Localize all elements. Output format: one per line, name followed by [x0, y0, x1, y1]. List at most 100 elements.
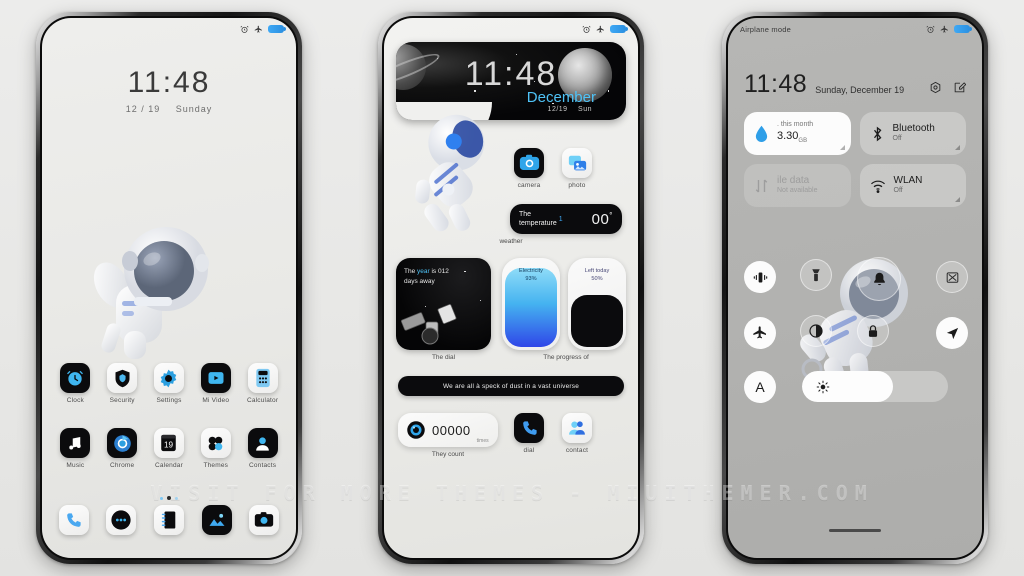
- photo-icon: [562, 148, 592, 178]
- tile-expand-corner[interactable]: [955, 197, 960, 202]
- app-contacts[interactable]: Contacts: [241, 428, 285, 469]
- toggle-lock[interactable]: [857, 315, 889, 347]
- phone-1-clock: 11:48 12 / 19 Sunday: [42, 66, 296, 114]
- gallery-icon[interactable]: [201, 505, 232, 535]
- count-caption: They count: [431, 451, 465, 458]
- app-photo[interactable]: photo: [560, 148, 594, 189]
- tile-wlan[interactable]: WLAN Off: [859, 164, 966, 207]
- vibrate-icon: [753, 272, 767, 282]
- app-mi-video[interactable]: Mi Video: [194, 363, 238, 404]
- weather-caption: weather: [499, 238, 523, 245]
- app-label: Mi Video: [202, 397, 230, 404]
- app-label: dial: [523, 447, 535, 454]
- app-label: camera: [517, 182, 541, 189]
- phone-icon[interactable]: [58, 505, 89, 535]
- tile-text: . this month 3.30GB: [777, 121, 813, 145]
- app-security[interactable]: Security: [100, 363, 144, 404]
- progress-label-group: Electricity 93%: [505, 261, 557, 284]
- toggle-screenshot[interactable]: [936, 261, 968, 293]
- lock-icon: [868, 324, 878, 337]
- dial-icon: [514, 413, 544, 443]
- progress-bar-left-today[interactable]: Left today 50%: [568, 258, 626, 350]
- dial-widget[interactable]: The year is 012 days away: [396, 258, 491, 350]
- app-dial[interactable]: dial: [512, 413, 546, 454]
- app-chrome[interactable]: Chrome: [100, 428, 144, 469]
- toggle-flashlight[interactable]: [800, 259, 832, 291]
- app-label: Chrome: [110, 462, 135, 469]
- app-themes[interactable]: Themes: [194, 428, 238, 469]
- phone-2: 11:48 December 12/19 Sun camera photo Th…: [378, 12, 644, 564]
- quote-widget[interactable]: We are all à speck of dust in a vast uni…: [398, 376, 624, 396]
- progress-bar-electricity[interactable]: Electricity 93%: [502, 258, 560, 350]
- app-calculator[interactable]: Calculator: [241, 363, 285, 404]
- gear-icon[interactable]: [929, 81, 942, 94]
- tile-bluetooth[interactable]: Bluetooth Off: [859, 112, 966, 155]
- dial-text-highlight: year: [417, 268, 430, 275]
- data-arrows-icon: [755, 179, 768, 192]
- music-note-icon: [60, 428, 91, 458]
- brightness-slider-fill: [802, 371, 893, 402]
- tile-expand-corner[interactable]: [839, 145, 845, 150]
- weather-badge: 1: [558, 215, 563, 223]
- alarm-icon: [240, 25, 249, 33]
- brightness-slider[interactable]: [802, 371, 948, 402]
- app-settings[interactable]: Settings: [147, 363, 191, 404]
- toggle-dark-mode[interactable]: [800, 315, 832, 347]
- count-widget[interactable]: 00000 times: [398, 413, 498, 447]
- phone-3: Airplane mode 11:48 Sunday, December 19: [722, 12, 988, 564]
- toggle-ringer[interactable]: [857, 257, 901, 301]
- toggle-airplane-mode[interactable]: [744, 317, 776, 349]
- app-music[interactable]: Music: [53, 428, 97, 469]
- tile-mobile-data[interactable]: ile data Not available: [744, 164, 851, 207]
- tile-text: Bluetooth Off: [893, 123, 935, 144]
- tile-value-number: 3.30: [777, 130, 799, 143]
- battery-icon: [610, 25, 628, 33]
- tile-text: ile data Not available: [777, 175, 817, 196]
- count-number: 00000: [432, 422, 471, 438]
- tile-title: ile data: [777, 174, 810, 186]
- dial-caption: The dial: [431, 354, 456, 361]
- progress-widget[interactable]: Electricity 93% Left today 50%: [502, 258, 630, 350]
- calculator-icon: [247, 363, 278, 393]
- clock-icon: [60, 363, 91, 393]
- dial-text-b: is 012: [429, 268, 449, 275]
- progress-value: 50%: [591, 276, 603, 283]
- phone-1-bezel: 11:48 12 / 19 Sunday Clock Security Sett…: [40, 16, 298, 560]
- app-clock[interactable]: Clock: [53, 363, 97, 404]
- app-calendar[interactable]: 19 Calendar: [147, 428, 191, 469]
- toggle-vibrate[interactable]: [744, 261, 776, 293]
- toggle-auto-rotate[interactable]: A: [744, 371, 776, 403]
- phone-1: 11:48 12 / 19 Sunday Clock Security Sett…: [36, 12, 302, 564]
- app-camera[interactable]: camera: [512, 148, 546, 189]
- wifi-icon: [870, 180, 885, 193]
- gear-icon: [153, 363, 184, 393]
- contact-icon: [247, 428, 278, 458]
- clock-date-row: 12 / 19 Sunday: [42, 104, 296, 114]
- status-bar-left-text: Airplane mode: [740, 24, 791, 34]
- panel-header-icons: [929, 81, 966, 99]
- message-icon[interactable]: [106, 505, 137, 535]
- clock-widget[interactable]: 11:48 December 12/19 Sun: [396, 42, 626, 120]
- camera-icon[interactable]: [249, 505, 280, 535]
- shield-icon: [107, 363, 138, 393]
- satellite-icon: [401, 304, 457, 345]
- edit-icon[interactable]: [953, 81, 966, 94]
- quick-settings-tiles: . this month 3.30GB Bluetooth Off ile da…: [744, 112, 966, 207]
- weather-line-1: The: [519, 210, 532, 218]
- progress-value: 93%: [525, 276, 537, 283]
- notes-icon[interactable]: [153, 505, 184, 535]
- app-label: photo: [568, 182, 586, 189]
- progress-label-group: Left today 50%: [571, 261, 623, 284]
- widget-clock-month: December: [526, 89, 596, 106]
- app-contact[interactable]: contact: [560, 413, 594, 454]
- app-grid-row-2: Music Chrome 19 Calendar Themes Contacts: [42, 428, 296, 469]
- airplane-icon: [596, 25, 604, 32]
- weather-widget[interactable]: The temperature 1 00°: [510, 204, 622, 234]
- app-label: Settings: [156, 397, 182, 404]
- tile-data-usage[interactable]: . this month 3.30GB: [744, 112, 851, 155]
- toggle-location[interactable]: [936, 317, 968, 349]
- themes-icon: [200, 428, 231, 458]
- app-grid-row-1: Clock Security Settings Mi Video Calcula…: [42, 363, 296, 404]
- home-indicator[interactable]: [829, 529, 881, 532]
- tile-expand-corner[interactable]: [955, 145, 960, 150]
